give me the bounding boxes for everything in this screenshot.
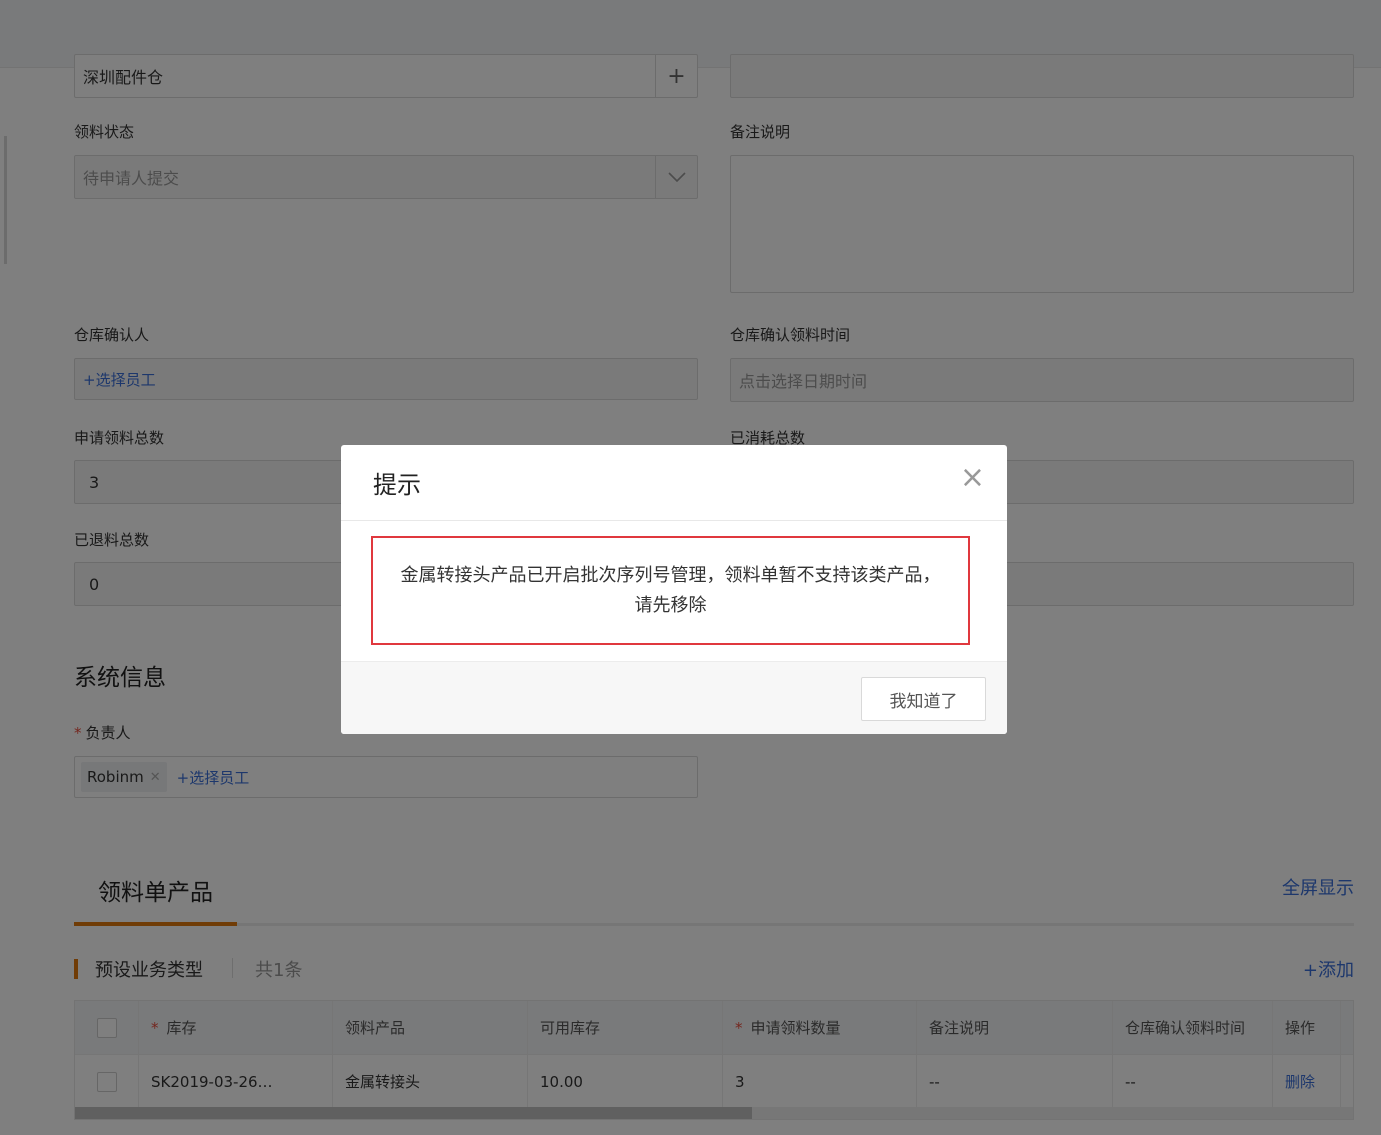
message-line-1: 金属转接头产品已开启批次序列号管理，领料单暂不支持该类产品， (400, 564, 941, 586)
alert-dialog: 提示 × 金属转接头产品已开启批次序列号管理，领料单暂不支持该类产品， 请先移除… (341, 445, 1007, 734)
dialog-title: 提示 (373, 471, 421, 499)
acknowledge-button[interactable]: 我知道了 (861, 677, 986, 721)
dialog-body: 金属转接头产品已开启批次序列号管理，领料单暂不支持该类产品， 请先移除 (341, 521, 1007, 661)
dialog-footer: 我知道了 (341, 661, 1007, 734)
message-line-2: 请先移除 (634, 594, 707, 616)
message-highlight-box: 金属转接头产品已开启批次序列号管理，领料单暂不支持该类产品， 请先移除 (371, 536, 970, 645)
close-icon[interactable]: × (960, 463, 985, 493)
dialog-header: 提示 × (341, 445, 1007, 521)
